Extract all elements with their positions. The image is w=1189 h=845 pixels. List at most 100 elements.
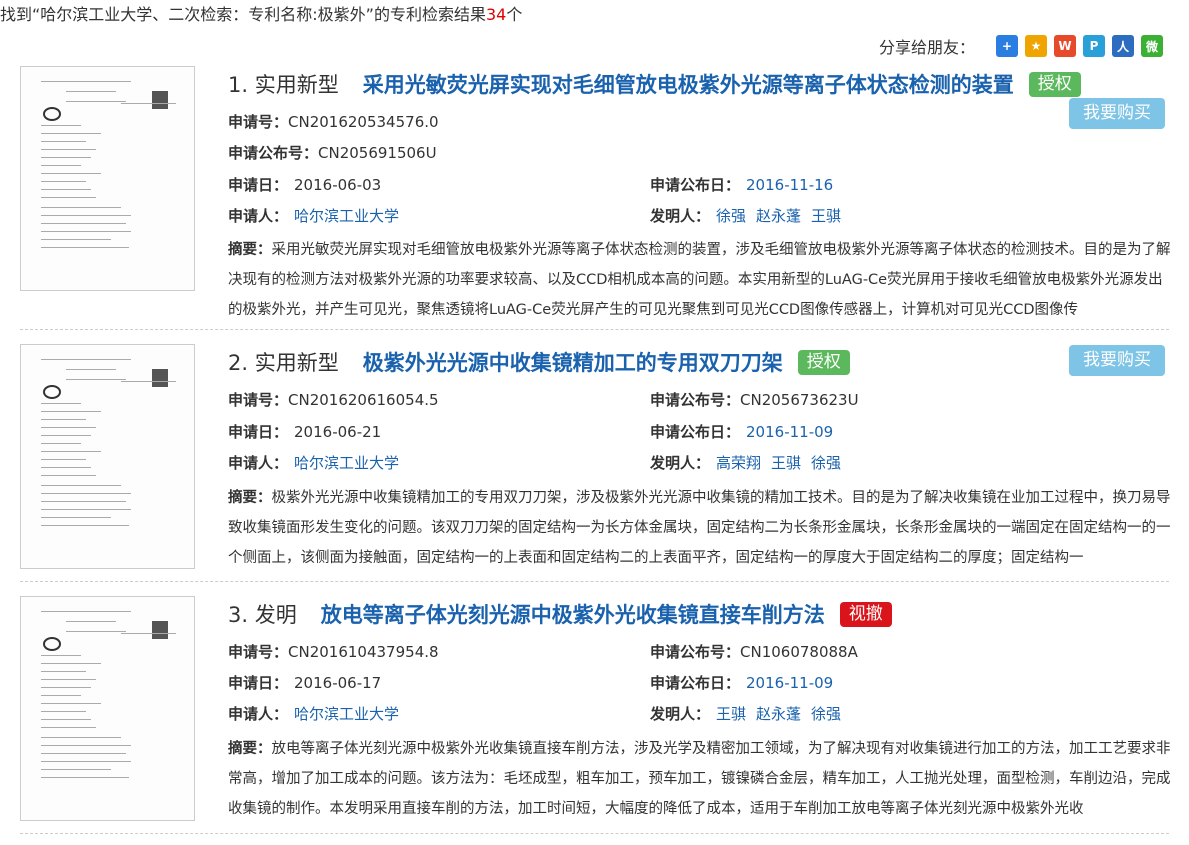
document-line (41, 663, 101, 664)
patent-office-logo-icon (43, 107, 61, 121)
divider (20, 329, 1169, 330)
app-date-field: 申请日： 2016-06-03 (228, 174, 381, 195)
inventor-link[interactable]: 王骐 (811, 207, 841, 225)
result-summary: 找到“哈尔滨工业大学、二次检索：专利名称:极紫外”的专利检索结果34个 (0, 0, 1189, 30)
result-title-row: 3. 发明 放电等离子体光刻光源中极紫外光收集镜直接车削方法 视撤 (228, 598, 892, 630)
document-line (41, 141, 86, 142)
inventor-link[interactable]: 赵永蓬 (756, 705, 801, 723)
pub-date-field: 申请公布日： 2016-11-16 (650, 174, 833, 195)
seal-icon (152, 91, 168, 109)
inventor-link[interactable]: 徐强 (811, 454, 841, 472)
patent-thumbnail[interactable] (20, 344, 195, 569)
result-title-row: 1. 实用新型 采用光敏荧光屏实现对毛细管放电极紫外光源等离子体状态检测的装置 … (228, 68, 1081, 100)
document-line (41, 81, 131, 82)
share-bar: 分享给朋友： + ★ W P 人微 (879, 33, 1163, 59)
app-no-field: 申请号：CN201620616054.5 (228, 389, 439, 410)
pub-no-label: 申请公布号： (650, 643, 741, 661)
inventor-label: 发明人： (650, 705, 711, 723)
app-no-label: 申请号： (228, 643, 289, 661)
status-badge: 视撤 (839, 601, 892, 627)
inventor-label: 发明人： (650, 207, 711, 225)
document-line (41, 215, 131, 216)
document-line (66, 379, 126, 380)
document-line (66, 369, 116, 370)
document-line (41, 501, 126, 502)
result-title-link[interactable]: 采用光敏荧光屏实现对毛细管放电极紫外光源等离子体状态检测的装置 (363, 69, 1014, 99)
applicant-label: 申请人： (228, 454, 289, 472)
app-date-field: 申请日： 2016-06-17 (228, 672, 381, 693)
document-line (41, 239, 111, 240)
applicant-label: 申请人： (228, 705, 289, 723)
inventor-link[interactable]: 高荣翔 (716, 454, 761, 472)
pub-no-label: 申请公布号： (650, 391, 741, 409)
abstract: 摘要：放电等离子体光刻光源中极紫外光收集镜直接车削方法，涉及光学及精密加工领域，… (228, 734, 1172, 824)
plus-share-icon[interactable]: + (996, 35, 1018, 57)
status-badge: 授权 (1028, 71, 1081, 97)
patent-thumbnail[interactable] (20, 596, 195, 821)
document-line (41, 745, 131, 746)
pub-date-label: 申请公布日： (650, 176, 741, 194)
app-no-value: CN201620534576.0 (288, 113, 439, 131)
renren-share-icon[interactable]: 人 (1112, 35, 1134, 57)
document-line (41, 679, 96, 680)
document-line (41, 207, 121, 208)
app-date-field: 申请日： 2016-06-21 (228, 421, 381, 442)
document-line (41, 467, 91, 468)
pub-date-link[interactable]: 2016-11-16 (746, 176, 833, 194)
document-line (41, 703, 101, 704)
app-no-value: CN201620616054.5 (288, 391, 439, 409)
applicant-link[interactable]: 哈尔滨工业大学 (294, 207, 399, 225)
document-line (41, 719, 91, 720)
inventor-link[interactable]: 徐强 (811, 705, 841, 723)
result-title-link[interactable]: 极紫外光光源中收集镜精加工的专用双刀刀架 (363, 347, 783, 377)
app-no-label: 申请号： (228, 391, 289, 409)
inventor-link[interactable]: 徐强 (716, 207, 746, 225)
pub-no-field: 申请公布号：CN205691506U (228, 142, 437, 163)
inventor-label: 发明人： (650, 454, 711, 472)
document-line (41, 435, 91, 436)
document-line (41, 459, 86, 460)
document-line (121, 633, 176, 634)
inventor-field: 发明人： 徐强 赵永蓬 王骐 (650, 205, 841, 226)
document-line (41, 525, 129, 526)
document-line (41, 189, 91, 190)
tencent-weibo-share-icon[interactable]: P (1083, 35, 1105, 57)
document-line (41, 753, 126, 754)
document-line (41, 769, 111, 770)
pub-date-link[interactable]: 2016-11-09 (746, 674, 833, 692)
document-line (121, 103, 176, 104)
wechat-share-icon[interactable]: 微 (1141, 35, 1163, 57)
inventor-link[interactable]: 赵永蓬 (756, 207, 801, 225)
result-title-link[interactable]: 放电等离子体光刻光源中极紫外光收集镜直接车削方法 (321, 599, 825, 629)
document-line (41, 173, 101, 174)
app-no-field: 申请号：CN201620534576.0 (228, 111, 439, 132)
document-line (41, 671, 86, 672)
document-line (41, 611, 131, 612)
patent-thumbnail[interactable] (20, 66, 195, 291)
document-line (66, 621, 116, 622)
applicant-link[interactable]: 哈尔滨工业大学 (294, 705, 399, 723)
inventor-link[interactable]: 王骐 (771, 454, 801, 472)
buy-button[interactable]: 我要购买 (1069, 345, 1165, 376)
inventor-field: 发明人： 高荣翔 王骐 徐强 (650, 452, 841, 473)
document-line (41, 727, 96, 728)
document-line (66, 101, 126, 102)
pub-date-field: 申请公布日： 2016-11-09 (650, 421, 833, 442)
document-line (41, 359, 131, 360)
pub-no-value: CN205673623U (740, 391, 859, 409)
document-line (41, 157, 91, 158)
weibo-share-icon[interactable]: W (1054, 35, 1076, 57)
result-summary-suffix: 个 (506, 5, 523, 24)
applicant-link[interactable]: 哈尔滨工业大学 (294, 454, 399, 472)
result-title-row: 2. 实用新型 极紫外光光源中收集镜精加工的专用双刀刀架 授权 (228, 346, 850, 378)
inventor-link[interactable]: 王骐 (716, 705, 746, 723)
pub-no-value: CN205691506U (318, 144, 437, 162)
document-line (41, 761, 131, 762)
pub-date-link[interactable]: 2016-11-09 (746, 423, 833, 441)
abstract: 摘要：采用光敏荧光屏实现对毛细管放电极紫外光源等离子体状态检测的装置，涉及毛细管… (228, 235, 1172, 325)
buy-button[interactable]: 我要购买 (1069, 98, 1165, 129)
qzone-share-icon[interactable]: ★ (1025, 35, 1047, 57)
applicant-label: 申请人： (228, 207, 289, 225)
applicant-field: 申请人： 哈尔滨工业大学 (228, 205, 399, 226)
document-line (66, 91, 116, 92)
